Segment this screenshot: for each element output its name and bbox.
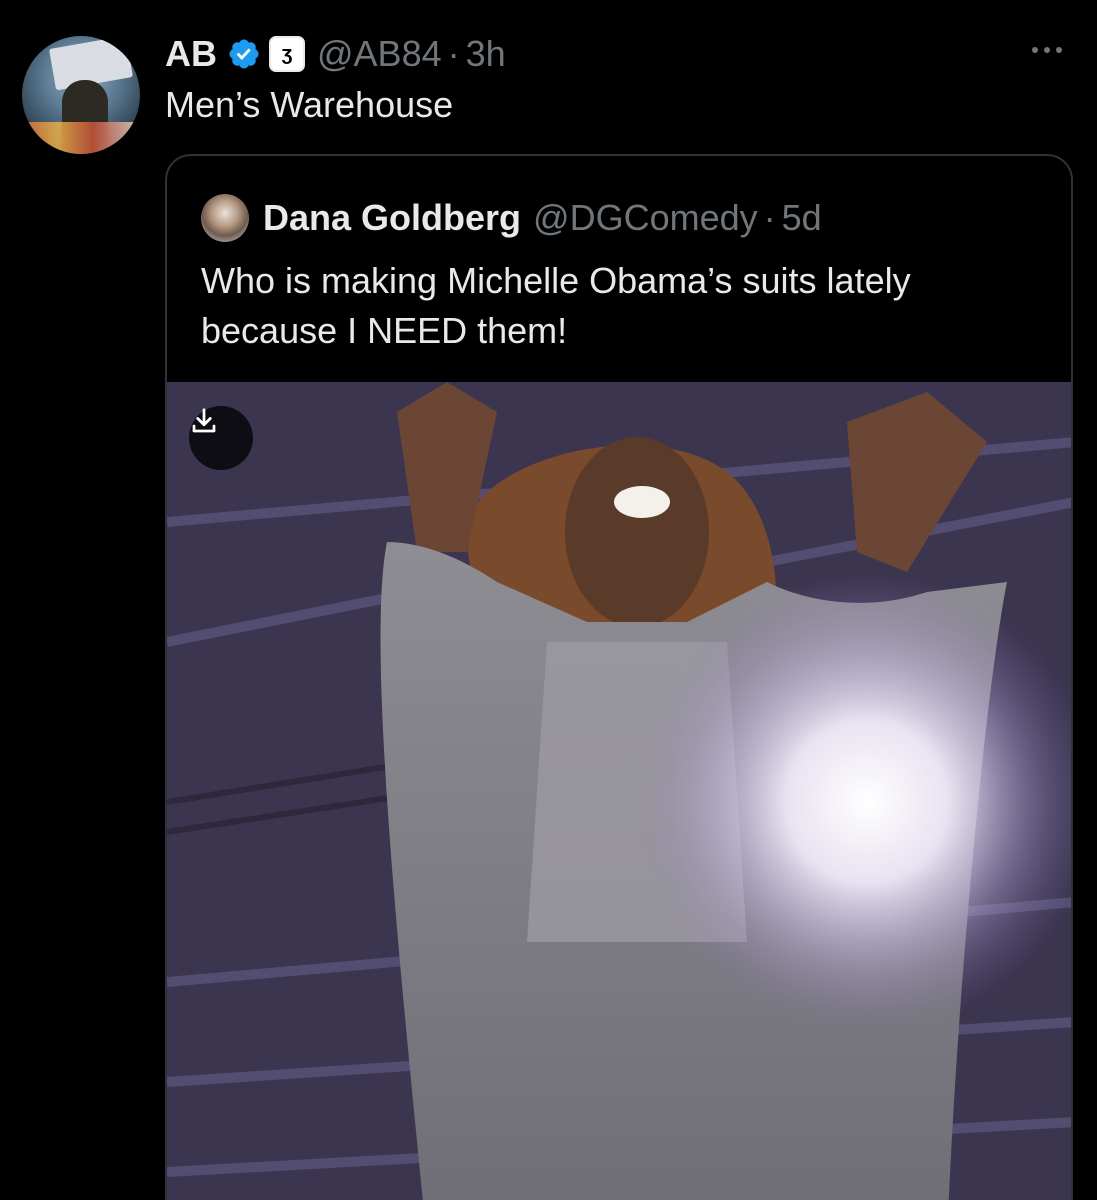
quoted-tweet-text: Who is making Michelle Obama’s suits lat… <box>201 260 911 351</box>
more-dot <box>1056 47 1062 53</box>
quoted-tweet-timestamp[interactable]: 5d <box>782 197 822 239</box>
quoted-tweet[interactable]: Dana Goldberg @DGComedy · 5d Who is maki… <box>165 154 1073 1200</box>
quoted-tweet-header: Dana Goldberg @DGComedy · 5d <box>201 194 822 242</box>
more-dot <box>1044 47 1050 53</box>
download-button[interactable] <box>189 406 253 470</box>
author-avatar[interactable] <box>22 36 140 154</box>
header-separator: · <box>447 33 460 74</box>
more-options-icon[interactable] <box>1023 34 1071 66</box>
tweet-text: Men’s Warehouse <box>165 84 454 125</box>
tweet[interactable]: AB ʒ @AB84 · 3h Men’s Warehouse Dana Gol… <box>0 0 1097 1200</box>
tweet-header: AB ʒ @AB84 · 3h <box>165 30 506 78</box>
tweet-timestamp[interactable]: 3h <box>466 33 506 75</box>
quoted-tweet-media[interactable] <box>167 382 1071 1200</box>
media-image <box>167 382 1071 1200</box>
quoted-author-name[interactable]: Dana Goldberg <box>263 197 521 239</box>
author-handle[interactable]: @AB84 <box>317 33 442 75</box>
affiliate-badge-icon[interactable]: ʒ <box>269 36 305 72</box>
quoted-header-separator: · <box>763 197 776 238</box>
more-dot <box>1032 47 1038 53</box>
download-icon <box>192 408 216 433</box>
author-name[interactable]: AB <box>165 33 217 75</box>
avatar-crowd <box>22 122 140 154</box>
verified-badge-icon[interactable] <box>227 37 261 71</box>
quoted-author-avatar[interactable] <box>201 194 249 242</box>
quoted-author-handle[interactable]: @DGComedy <box>533 197 758 239</box>
